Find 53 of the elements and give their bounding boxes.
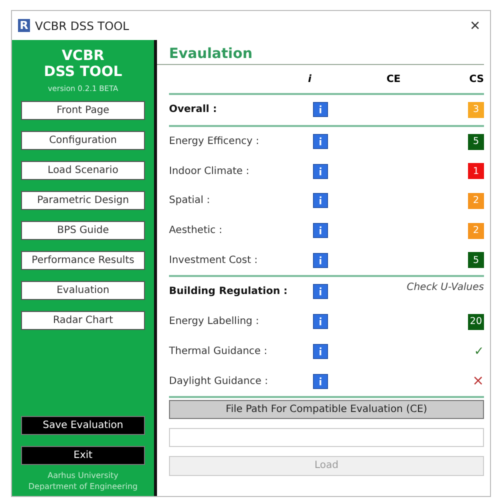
score-badge: 1 xyxy=(468,163,484,180)
check-mark: ✓ xyxy=(474,344,484,358)
nav-button[interactable]: Configuration xyxy=(21,131,145,150)
score-badge: 2 xyxy=(468,192,484,209)
criterion-label: Spatial : xyxy=(169,195,211,206)
nav-button[interactable]: BPS Guide xyxy=(21,221,145,240)
criterion-label: Energy Labelling : xyxy=(169,316,260,328)
info-icon[interactable] xyxy=(313,344,328,359)
score-badge: 2 xyxy=(468,222,484,239)
file-path-field[interactable] xyxy=(169,428,484,447)
column-header: i xyxy=(308,74,312,84)
footer-text: Aarhus University xyxy=(48,470,118,481)
info-icon[interactable] xyxy=(313,374,328,389)
score-badge: 5 xyxy=(468,134,484,150)
info-icon[interactable] xyxy=(313,284,328,300)
info-icon[interactable] xyxy=(313,252,328,268)
info-icon[interactable] xyxy=(313,314,328,330)
criterion-label: Thermal Guidance : xyxy=(169,346,268,357)
nav-button[interactable]: Parametric Design xyxy=(21,191,145,210)
criterion-label: Energy Efficency : xyxy=(169,136,260,148)
column-header: CS xyxy=(469,74,484,84)
app-logo-icon: R xyxy=(18,19,30,32)
action-button[interactable]: Save Evaluation xyxy=(21,416,145,435)
nav-button[interactable]: Radar Chart xyxy=(21,311,145,330)
info-icon[interactable] xyxy=(313,164,328,179)
footer-text: Department of Engineering xyxy=(28,481,138,492)
section-heading: Evaulation xyxy=(157,46,484,65)
criterion-label: Aesthetic : xyxy=(169,225,224,236)
score-badge: 3 xyxy=(468,102,484,118)
action-button[interactable]: Exit xyxy=(21,446,145,465)
nav-button[interactable]: Load Scenario xyxy=(21,161,145,180)
info-icon[interactable] xyxy=(313,193,328,208)
window-title: VCBR DSS TOOL xyxy=(35,18,130,32)
close-button[interactable]: × xyxy=(466,16,484,36)
info-icon[interactable] xyxy=(313,223,328,238)
note-text: Check U-Values xyxy=(406,282,484,294)
info-icon[interactable] xyxy=(313,102,328,118)
score-badge: 20 xyxy=(468,314,484,330)
file-path-button[interactable]: File Path For Compatible Evaluation (CE) xyxy=(169,400,484,419)
info-icon[interactable] xyxy=(313,134,328,150)
criterion-label: Investment Cost : xyxy=(169,254,259,266)
criterion-label: Overall : xyxy=(169,104,218,116)
nav-button[interactable]: Performance Results xyxy=(21,251,145,270)
criterion-label: Daylight Guidance : xyxy=(169,376,269,387)
nav-button[interactable]: Front Page xyxy=(21,101,145,120)
app-title: DSS TOOL xyxy=(44,64,122,80)
cross-mark: × xyxy=(472,373,484,390)
column-header: CE xyxy=(386,74,401,84)
score-badge: 5 xyxy=(468,252,484,268)
nav-button[interactable]: Evaluation xyxy=(21,281,145,300)
criterion-label: Building Regulation : xyxy=(169,286,289,298)
criterion-label: Indoor Climate : xyxy=(169,166,250,177)
app-title: VCBR xyxy=(62,48,104,64)
